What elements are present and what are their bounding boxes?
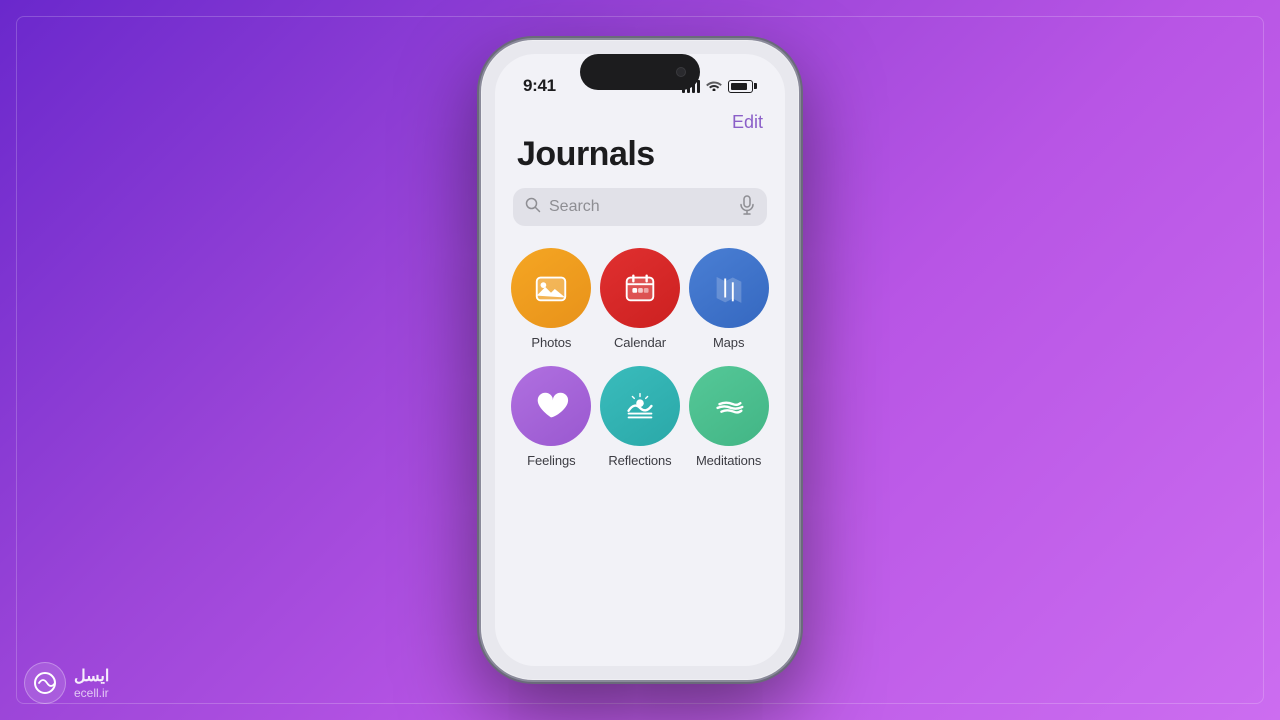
feelings-icon [511,366,591,446]
reflections-icon [600,366,680,446]
app-label-calendar: Calendar [614,335,666,350]
app-item-reflections[interactable]: Reflections [600,366,681,468]
calendar-icon [600,248,680,328]
edit-button[interactable]: Edit [732,112,763,133]
meditations-icon [689,366,769,446]
app-item-feelings[interactable]: Feelings [511,366,592,468]
app-item-photos[interactable]: Photos [511,248,592,350]
search-bar[interactable]: Search [513,188,767,226]
maps-icon [689,248,769,328]
search-icon [525,197,541,218]
photos-icon [511,248,591,328]
app-header: Edit [495,112,785,133]
dynamic-island [580,54,700,90]
phone-frame: 9:41 [481,40,799,680]
camera-dot [676,67,686,77]
wifi-icon [706,78,722,94]
watermark-logo [24,662,66,704]
phone-screen: 9:41 [495,54,785,666]
app-item-meditations[interactable]: Meditations [688,366,769,468]
status-time: 9:41 [523,76,556,96]
app-label-maps: Maps [713,335,744,350]
app-label-meditations: Meditations [696,453,761,468]
app-label-feelings: Feelings [527,453,575,468]
app-item-calendar[interactable]: Calendar [600,248,681,350]
battery-icon [728,80,757,93]
search-placeholder: Search [549,198,731,216]
microphone-icon[interactable] [739,195,755,220]
app-label-reflections: Reflections [608,453,671,468]
app-item-maps[interactable]: Maps [688,248,769,350]
watermark: ایسل ecell.ir [24,662,109,704]
watermark-text: ایسل ecell.ir [74,666,109,700]
page-title: Journals [495,133,785,188]
app-label-photos: Photos [531,335,571,350]
app-content: Edit Journals Search [495,104,785,666]
app-grid: Photos [495,244,785,468]
